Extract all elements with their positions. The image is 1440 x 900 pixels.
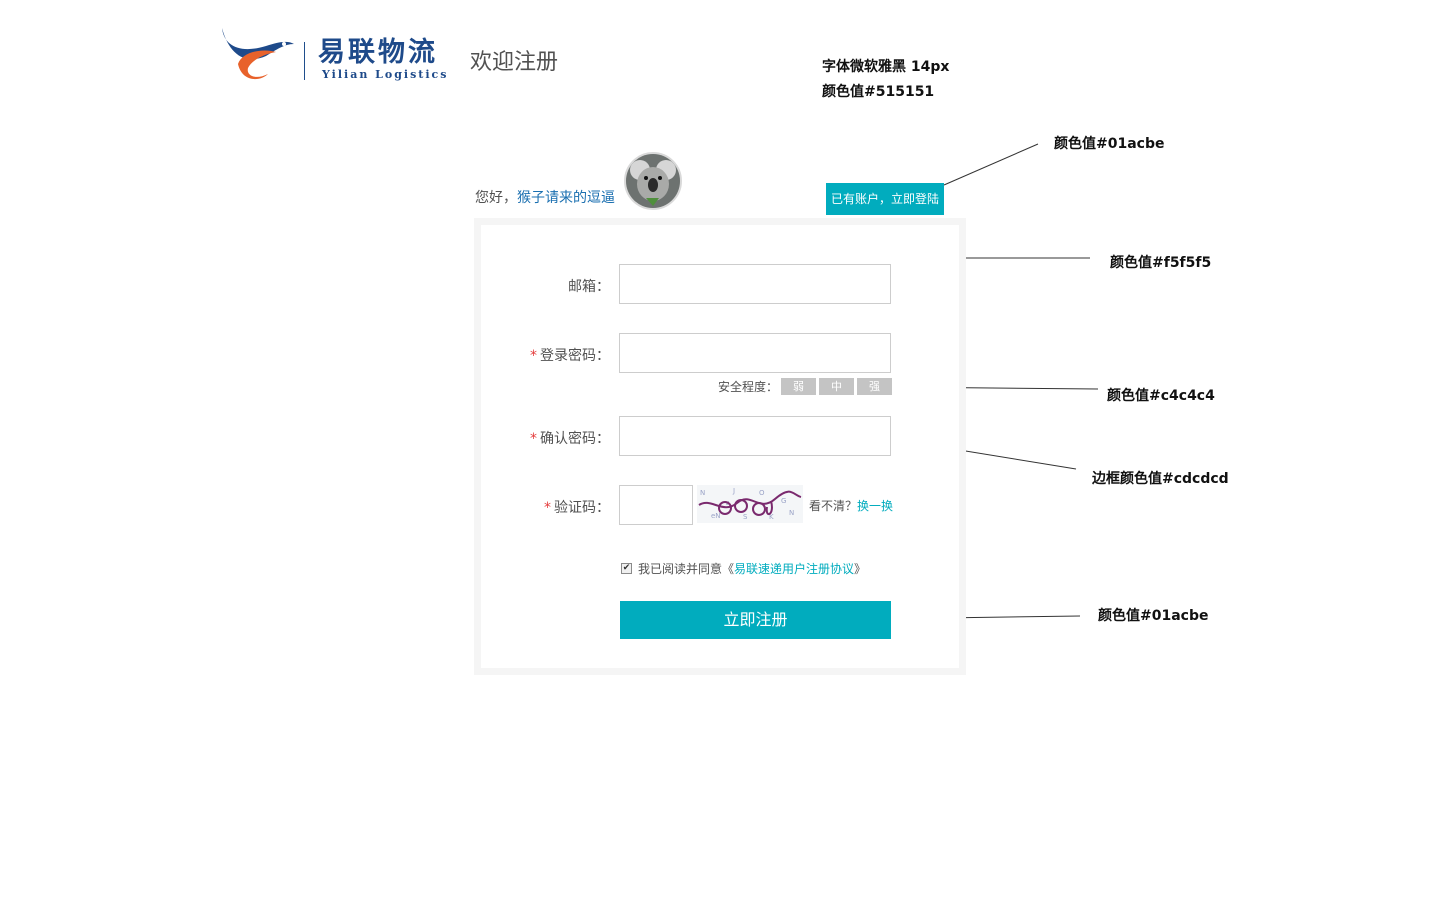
captcha-input[interactable] — [619, 485, 693, 525]
annotation-strength-color: 颜色值#c4c4c4 — [1107, 388, 1215, 404]
strength-weak: 弱 — [781, 378, 816, 395]
svg-text:N: N — [789, 509, 794, 517]
annotation-font: 字体微软雅黑 14px — [822, 59, 950, 75]
svg-text:G: G — [781, 497, 786, 505]
agreement-link[interactable]: 易联速递用户注册协议 — [734, 562, 854, 576]
captcha-hint: 看不清？换一换 — [809, 499, 894, 513]
annotation-text-color: 颜色值#515151 — [822, 84, 935, 100]
username-link[interactable]: 猴子请来的逗逼 — [517, 190, 615, 206]
email-label: 邮箱： — [568, 279, 610, 295]
logo-divider — [304, 42, 305, 80]
email-field[interactable] — [619, 264, 891, 304]
avatar[interactable] — [624, 152, 682, 210]
svg-text:S: S — [743, 513, 748, 521]
page-title: 欢迎注册 — [470, 50, 559, 75]
koala-avatar-icon — [626, 154, 680, 208]
strength-label: 安全程度： — [718, 380, 779, 394]
password-label: * 登录密码： — [530, 348, 610, 364]
strength-strong: 强 — [857, 378, 892, 395]
register-submit-button[interactable]: 立即注册 — [620, 601, 891, 639]
annotation-border-color: 边框颜色值#cdcdcd — [1092, 471, 1229, 487]
required-mark: * — [530, 431, 537, 447]
agree-checkbox[interactable]: ✔ — [621, 563, 632, 574]
captcha-image[interactable]: NeN J OGN SKv — [697, 485, 803, 523]
agree-text: 我已阅读并同意《易联速递用户注册协议》 — [638, 562, 867, 576]
greeting: 您好，猴子请来的逗逼 — [475, 187, 615, 207]
svg-text:O: O — [759, 489, 765, 497]
login-button[interactable]: 已有账户，立即登陆 — [826, 183, 944, 215]
strength-medium: 中 — [819, 378, 854, 395]
annotation-panel-bg: 颜色值#f5f5f5 — [1110, 255, 1212, 271]
required-mark: * — [544, 500, 551, 516]
brand-name-cn: 易联物流 — [318, 37, 438, 68]
confirm-label: * 确认密码： — [530, 431, 610, 447]
svg-text:eN: eN — [711, 512, 721, 520]
annotation-login-color: 颜色值#01acbe — [1054, 136, 1165, 152]
captcha-label: * 验证码： — [544, 500, 610, 516]
logo-bird-icon — [218, 24, 296, 84]
brand-name-en: Yilian Logistics — [322, 68, 449, 81]
annotation-submit-color: 颜色值#01acbe — [1098, 608, 1209, 624]
svg-text:J: J — [732, 487, 735, 495]
svg-text:N: N — [700, 489, 705, 497]
password-field[interactable] — [619, 333, 891, 373]
required-mark: * — [530, 348, 537, 364]
confirm-password-field[interactable] — [619, 416, 891, 456]
captcha-refresh-link[interactable]: 换一换 — [857, 499, 893, 513]
greeting-prefix: 您好， — [475, 190, 517, 206]
